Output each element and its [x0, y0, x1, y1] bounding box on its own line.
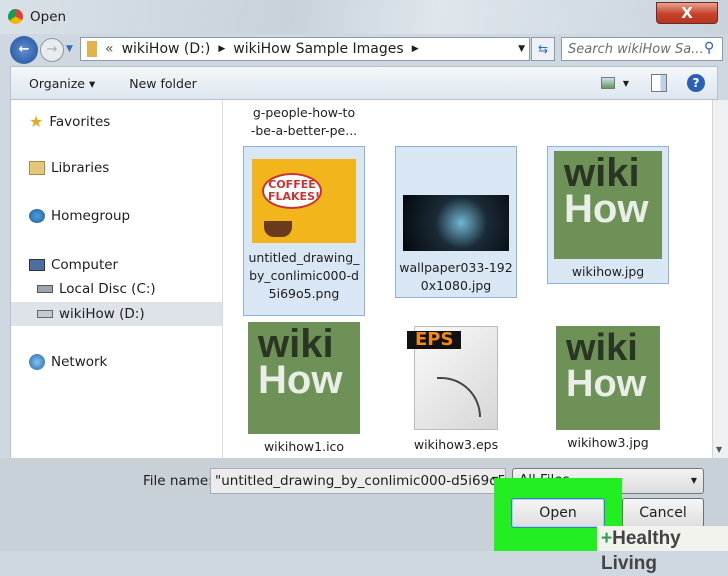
bezier-curve-icon	[437, 377, 481, 417]
file-item[interactable]: wallpaper033-192 0x1080.jpg	[395, 146, 517, 298]
sidebar-item-label: Local Disc (C:)	[59, 281, 156, 297]
file-name-label: File name:	[143, 473, 213, 489]
eps-file-icon: EPS	[407, 326, 498, 430]
navigation-pane: ★ Favorites Libraries Homegroup Computer …	[10, 100, 222, 458]
file-name: wallpaper033-192 0x1080.jpg	[399, 260, 513, 293]
file-name-input[interactable]: "untitled_drawing_by_conlimic000-d5i69o5…	[210, 468, 506, 494]
breadcrumb-wikihow-d[interactable]: wikiHow (D:)	[122, 41, 211, 57]
chevron-right-icon[interactable]: ▶	[412, 44, 419, 54]
wikihow-logo-thumbnail: wiki How	[556, 326, 660, 430]
preview-pane-icon[interactable]	[651, 74, 667, 92]
sidebar-item-computer[interactable]: Computer	[29, 257, 118, 273]
sidebar-item-libraries[interactable]: Libraries	[29, 160, 109, 176]
search-input[interactable]: Search wikiHow Sa...	[561, 37, 723, 61]
back-button[interactable]: ←	[10, 36, 38, 64]
refresh-button[interactable]: ⇆	[531, 37, 555, 61]
drive-icon	[37, 310, 53, 318]
plus-icon: +	[601, 528, 613, 549]
toolbar: Organize ▾ New folder ▼ ?	[10, 66, 718, 100]
coffee-flakes-thumbnail: COFFEE FLAKES!	[252, 159, 356, 243]
folder-icon	[87, 41, 97, 57]
file-item[interactable]: wiki How wikihow1.ico	[243, 322, 365, 456]
address-dropdown-icon[interactable]: ▼	[514, 44, 529, 54]
view-dropdown-icon[interactable]: ▼	[623, 79, 629, 88]
file-name: wikihow3.eps	[413, 437, 499, 452]
sidebar-item-homegroup[interactable]: Homegroup	[29, 208, 130, 224]
open-button[interactable]: Open	[511, 498, 605, 528]
bottom-panel: File name: "untitled_drawing_by_conlimic…	[0, 458, 728, 574]
network-icon	[29, 354, 45, 370]
search-icon[interactable]: ⚲	[704, 40, 714, 56]
star-icon: ★	[29, 112, 44, 131]
chrome-icon	[8, 9, 23, 24]
recent-dropdown-icon[interactable]: ▼	[66, 44, 73, 54]
sidebar-item-label: Homegroup	[51, 208, 131, 224]
file-name: untitled_drawing_ by_conlimic000-d 5i69o…	[248, 250, 360, 301]
sidebar-item-label: wikiHow (D:)	[59, 306, 145, 322]
title-bar: Open	[0, 0, 728, 34]
wikihow-logo-thumbnail: wiki How	[554, 151, 662, 259]
address-bar[interactable]: « wikiHow (D:) ▶ wikiHow Sample Images ▶…	[80, 37, 530, 61]
file-item[interactable]: wiki How wikihow3.jpg	[547, 322, 669, 456]
file-name: wikihow3.jpg	[567, 435, 649, 450]
homegroup-icon	[29, 209, 45, 223]
file-list: g-people-how-to -be-a-better-pe... COFFE…	[222, 100, 712, 458]
sidebar-item-wikihow-d[interactable]: wikiHow (D:)	[11, 302, 222, 326]
file-item[interactable]: COFFEE FLAKES! untitled_drawing_ by_conl…	[243, 146, 365, 316]
sidebar-item-label: Favorites	[49, 113, 111, 130]
sidebar-item-label: Libraries	[51, 160, 110, 176]
forward-button[interactable]: →	[40, 38, 64, 62]
scroll-down-icon[interactable]: ▼	[716, 445, 722, 454]
sidebar-item-local-disc-c[interactable]: Local Disc (C:)	[37, 281, 156, 297]
window-title: Open	[30, 9, 67, 25]
file-item-partial[interactable]: g-people-how-to -be-a-better-pe...	[243, 104, 365, 140]
change-view-icon[interactable]	[600, 77, 615, 89]
vertical-scrollbar[interactable]: ▼	[712, 100, 728, 458]
chevron-down-icon: ▼	[690, 476, 697, 485]
new-folder-button[interactable]: New folder	[129, 76, 197, 91]
help-icon[interactable]: ?	[687, 74, 705, 92]
file-item[interactable]: EPS wikihow3.eps	[395, 322, 517, 456]
file-name: wikihow1.ico	[263, 439, 345, 454]
file-item[interactable]: wiki How wikihow.jpg	[547, 146, 669, 284]
sidebar-item-label: Computer	[51, 257, 119, 273]
breadcrumb-overflow[interactable]: «	[105, 41, 114, 57]
computer-icon	[29, 259, 45, 271]
wallpaper-thumbnail	[403, 195, 509, 251]
libraries-icon	[29, 161, 45, 175]
wikihow-logo-thumbnail: wiki How	[248, 322, 360, 434]
sidebar-item-label: Network	[51, 354, 108, 370]
sidebar-item-favorites[interactable]: ★ Favorites	[29, 112, 110, 131]
breadcrumb-sample-images[interactable]: wikiHow Sample Images	[233, 41, 403, 57]
close-button[interactable]: X	[656, 2, 718, 24]
healthy-living-watermark: +Healthy Living	[597, 526, 728, 574]
file-name: wikihow.jpg	[571, 264, 645, 279]
chevron-right-icon[interactable]: ▶	[218, 44, 225, 54]
drive-icon	[37, 285, 53, 293]
cancel-button[interactable]: Cancel	[622, 498, 704, 528]
organize-button[interactable]: Organize ▾	[29, 76, 95, 91]
sidebar-item-network[interactable]: Network	[29, 354, 107, 370]
